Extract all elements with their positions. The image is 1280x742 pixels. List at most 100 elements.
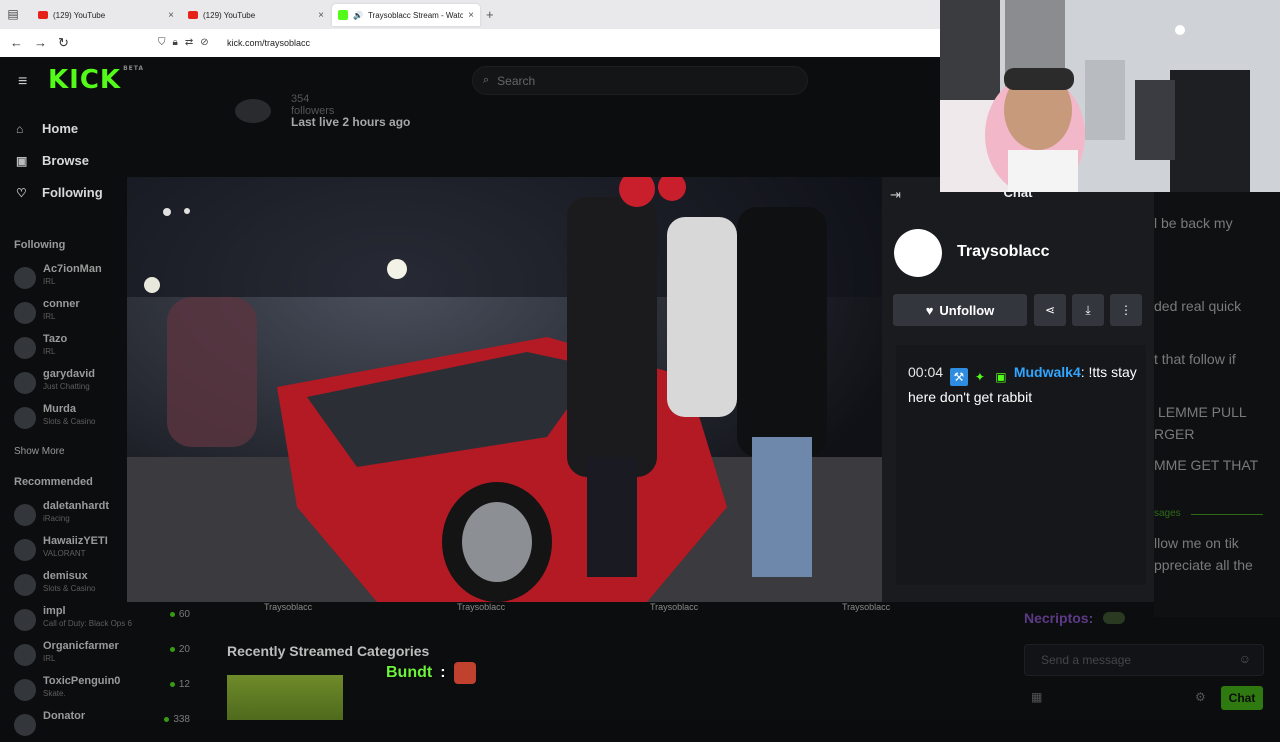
- tab-close-icon[interactable]: ×: [318, 10, 324, 21]
- chat-username: Necriptos:: [1024, 610, 1126, 626]
- background-chat-line: RGER: [1154, 426, 1195, 442]
- tab-title: (129) YouTube: [203, 10, 256, 20]
- tab-kick-stream[interactable]: 🔊 Traysoblacc Stream - Watch ×: [332, 4, 480, 26]
- sidebar-channel[interactable]: Organicfarmer IRL 20: [14, 640, 194, 672]
- avatar: [14, 372, 36, 394]
- channel-name: daletanhardt: [43, 500, 110, 512]
- tab-strip: ▤ (129) YouTube × (129) YouTube × 🔊 Tray…: [0, 0, 940, 29]
- emoji-icon[interactable]: ☺: [1239, 652, 1251, 666]
- category-thumbnail[interactable]: [227, 675, 343, 720]
- streamer-avatar[interactable]: ☠: [894, 229, 942, 277]
- background-chat: [1154, 177, 1280, 617]
- background-chat-line: t that follow if: [1154, 351, 1236, 367]
- channel-name: Murda: [43, 403, 76, 415]
- channel-category: VALORANT: [43, 549, 86, 558]
- kick-favicon-icon: [338, 10, 348, 20]
- send-message-input[interactable]: Send a message ☺: [1024, 644, 1264, 676]
- channel-name: conner: [43, 298, 80, 310]
- forward-icon[interactable]: →: [34, 35, 47, 51]
- background-chat-line: MME GET THAT: [1154, 457, 1259, 473]
- search-input[interactable]: ⌕ Search: [472, 66, 808, 95]
- chat-panel: ⇥ Chat ☠ Traysoblacc ♥ Unfollow ⋖ ⤓ ⋮ 00…: [882, 177, 1154, 602]
- channel-name: HawaiizYETI: [43, 535, 108, 547]
- channel-avatar[interactable]: [235, 99, 271, 123]
- channel-category: Slots & Casino: [43, 417, 96, 426]
- beta-badge: BETA: [123, 65, 145, 72]
- unfollow-button[interactable]: ♥ Unfollow: [893, 294, 1027, 326]
- nav-browse[interactable]: ▣ Browse: [16, 153, 89, 168]
- address-bar: ← → ↻ ⛉ 🔒︎ ⇄ ⊘ kick.com/traysoblacc: [0, 29, 940, 57]
- background-chat-line: ded real quick: [1154, 298, 1242, 314]
- recent-categories-heading: Recently Streamed Categories: [227, 643, 430, 659]
- channel-name: ToxicPenguin0: [43, 675, 121, 687]
- channel-name: Tazo: [43, 333, 68, 345]
- heart-icon: ♥: [925, 302, 934, 318]
- lock-icon[interactable]: 🔒︎: [173, 37, 178, 48]
- channel-category: Just Chatting: [43, 382, 90, 391]
- tab-youtube-2[interactable]: (129) YouTube ×: [182, 4, 330, 26]
- channel-category: Call of Duty: Black Ops 6: [43, 619, 132, 628]
- channel-category: Skate.: [43, 689, 66, 698]
- nav-following[interactable]: ♡ Following: [16, 185, 103, 200]
- kick-logo[interactable]: KICK BETA: [48, 65, 144, 95]
- send-chat-button[interactable]: Chat: [1221, 686, 1263, 710]
- avatar: [14, 714, 36, 736]
- share-icon: ⋖: [1044, 303, 1056, 317]
- background-chat-line: l be back my: [1154, 215, 1233, 231]
- video-player[interactable]: [127, 177, 882, 602]
- video-watermark: Traysoblacc: [264, 602, 313, 612]
- avatar: [14, 679, 36, 701]
- viewer-number: 60: [178, 609, 190, 620]
- new-tab-button[interactable]: +: [486, 7, 494, 22]
- sidebar-channel[interactable]: ToxicPenguin0 Skate. 12: [14, 675, 194, 707]
- sidebar-channel[interactable]: impl Call of Duty: Black Ops 6 60: [14, 605, 194, 637]
- reload-icon[interactable]: ↻: [58, 35, 69, 51]
- kebab-menu-icon: ⋮: [1120, 303, 1132, 317]
- url-text[interactable]: kick.com/traysoblacc: [227, 38, 310, 48]
- video-watermark: Traysoblacc: [457, 602, 506, 612]
- more-options-button[interactable]: ⋮: [1110, 294, 1142, 326]
- tab-list-icon[interactable]: ▤: [6, 7, 20, 21]
- audio-playing-icon[interactable]: 🔊: [353, 11, 363, 20]
- streamer-name[interactable]: Traysoblacc: [957, 243, 1050, 261]
- avatar: [14, 302, 36, 324]
- channel-name: Organicfarmer: [43, 640, 119, 652]
- permissions-icon[interactable]: ⇄: [185, 37, 193, 48]
- emote-icon: [1103, 612, 1126, 624]
- menu-icon[interactable]: ≡: [18, 73, 27, 91]
- tab-close-icon[interactable]: ×: [468, 10, 474, 21]
- avatar: [14, 574, 36, 596]
- sidebar-channel[interactable]: Donator 338: [14, 710, 194, 742]
- tab-close-icon[interactable]: ×: [168, 10, 174, 21]
- download-button[interactable]: ⤓: [1072, 294, 1104, 326]
- background-chat-line: llow me on tik: [1154, 535, 1239, 551]
- background-chat-divider: sages: [1154, 508, 1181, 519]
- tts-overlay: Bundt :: [386, 662, 476, 684]
- channel-category: IRL: [43, 654, 56, 663]
- settings-icon[interactable]: ⚙: [1195, 690, 1206, 704]
- recommended-section-label: Recommended: [14, 476, 93, 488]
- show-more-button[interactable]: Show More: [14, 446, 65, 457]
- channel-name: Donator: [43, 710, 86, 722]
- blocked-icon[interactable]: ⊘: [200, 37, 208, 48]
- nav-home[interactable]: ⌂ Home: [16, 121, 78, 136]
- last-live-text: Last live 2 hours ago: [291, 115, 411, 129]
- viewer-number: 12: [178, 679, 190, 690]
- shield-icon[interactable]: ⛉: [158, 37, 166, 48]
- browse-icon: ▣: [16, 153, 28, 168]
- avatar: [14, 504, 36, 526]
- video-watermark: Traysoblacc: [650, 602, 699, 612]
- share-button[interactable]: ⋖: [1034, 294, 1066, 326]
- channel-name: impl: [43, 605, 66, 617]
- video-watermark: Traysoblacc: [842, 602, 891, 612]
- send-placeholder: Send a message: [1041, 653, 1132, 667]
- background-chat-line: ppreciate all the: [1154, 557, 1253, 573]
- channel-name: Ac7ionMan: [43, 263, 102, 275]
- tab-youtube-1[interactable]: (129) YouTube ×: [32, 4, 180, 26]
- search-placeholder: Search: [497, 73, 536, 88]
- search-icon: ⌕: [483, 74, 490, 86]
- back-icon[interactable]: ←: [10, 35, 23, 51]
- message-username[interactable]: Mudwalk4: [1014, 364, 1081, 380]
- stream-frame: [127, 177, 882, 602]
- store-icon[interactable]: ▦: [1031, 690, 1042, 704]
